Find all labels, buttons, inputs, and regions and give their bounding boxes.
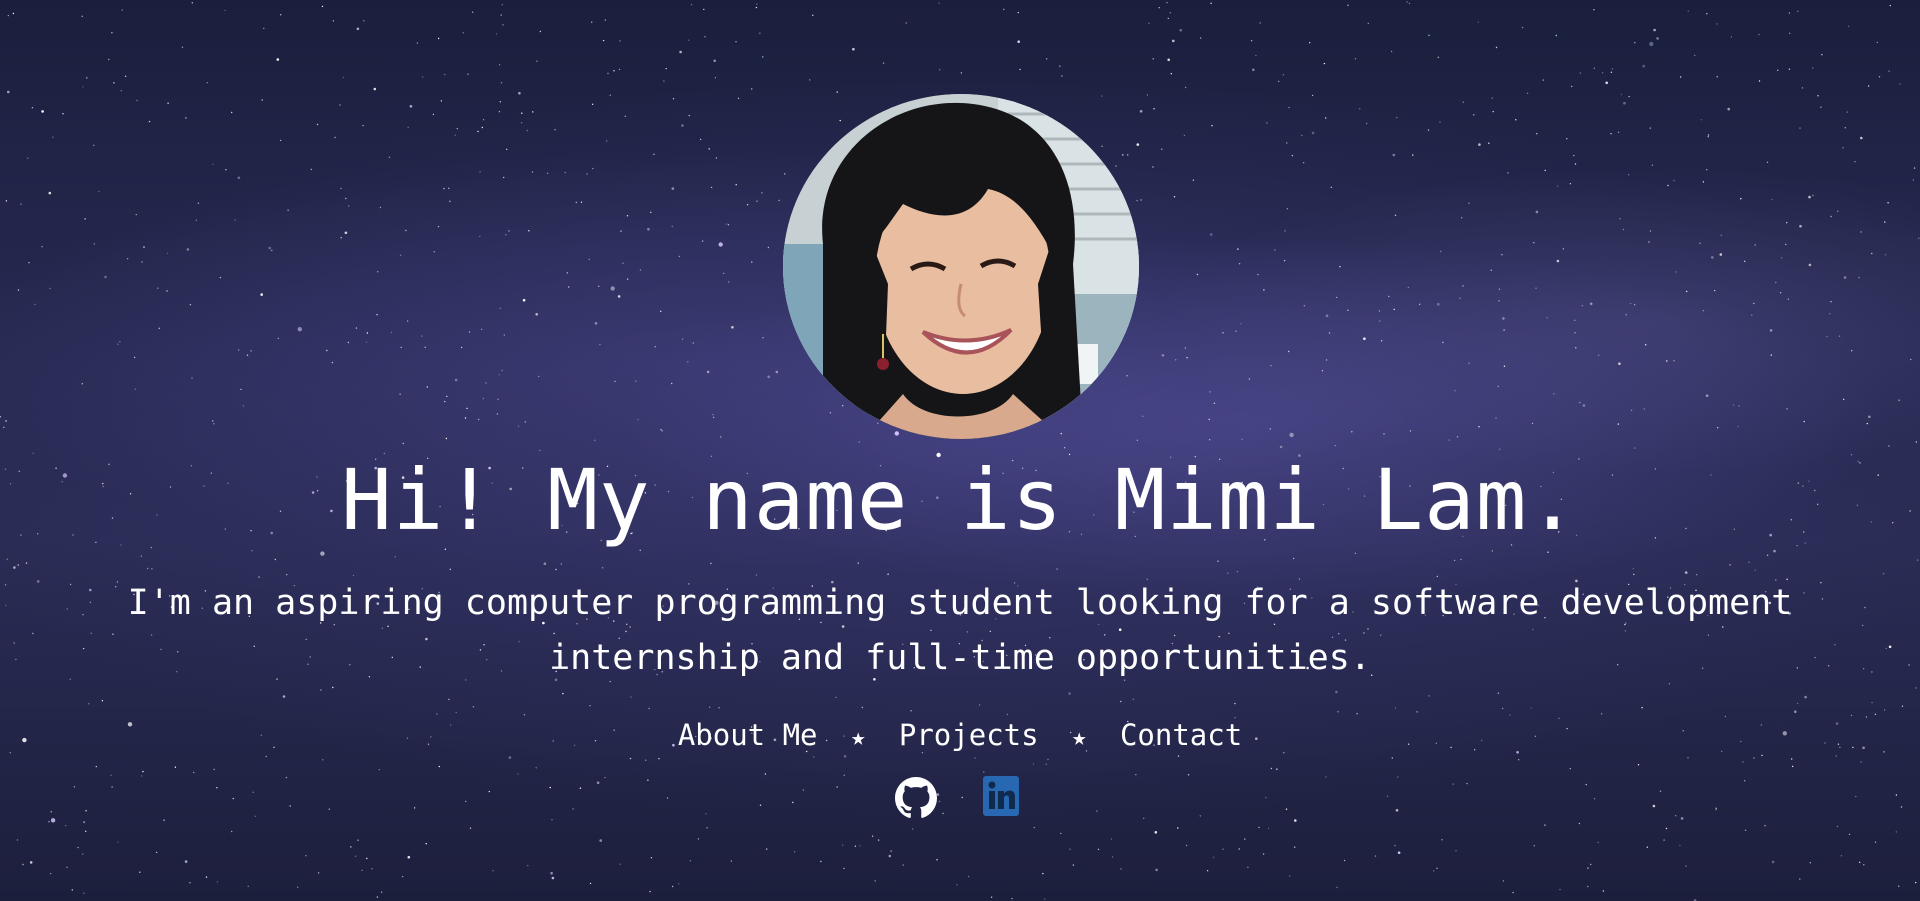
- tagline-line-1: I'm an aspiring computer programming stu…: [127, 583, 1793, 623]
- tagline-line-2: internship and full-time opportunities.: [549, 638, 1371, 678]
- social-links: [0, 776, 1920, 822]
- linkedin-link[interactable]: [982, 776, 1025, 820]
- main-nav: About Me ★ Projects ★ Contact: [0, 714, 1920, 758]
- nav-link-projects[interactable]: Projects: [899, 718, 1039, 752]
- profile-photo: [783, 94, 1139, 439]
- linkedin-icon: [982, 776, 1019, 816]
- star-separator: ★: [850, 723, 866, 751]
- star-separator: ★: [1072, 723, 1087, 751]
- nav-link-about-me[interactable]: About Me: [678, 718, 818, 752]
- github-link[interactable]: [895, 776, 938, 820]
- tagline: I'm an aspiring computer programming stu…: [60, 576, 1860, 686]
- hero-section: Hi! My name is Mimi Lam. I'm an aspiring…: [0, 0, 1920, 901]
- nav-link-contact[interactable]: Contact: [1120, 718, 1242, 752]
- hero-content: Hi! My name is Mimi Lam. I'm an aspiring…: [0, 0, 1920, 901]
- page-title: Hi! My name is Mimi Lam.: [341, 451, 1579, 549]
- github-icon: [895, 777, 938, 818]
